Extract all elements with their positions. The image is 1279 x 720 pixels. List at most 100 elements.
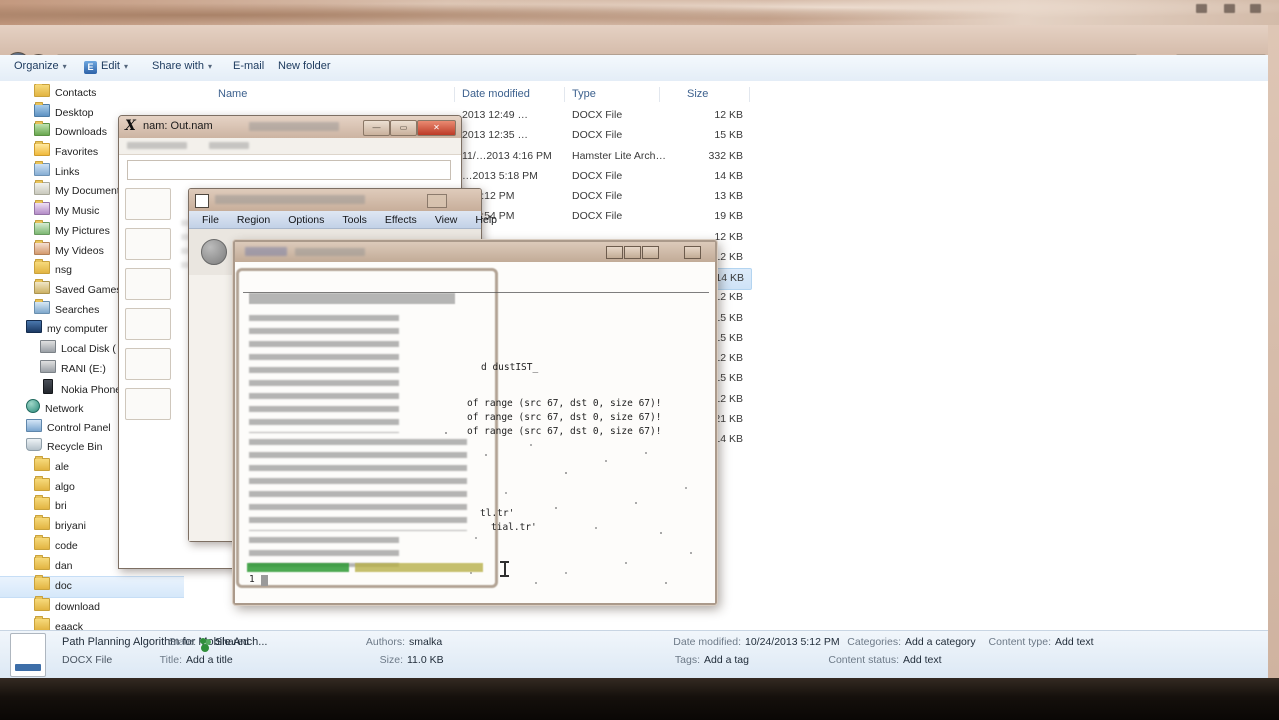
recorder-menu-options[interactable]: Options [279,214,333,226]
folder-icon [34,615,50,630]
tags-label: Tags: [674,654,700,666]
authors-value[interactable]: smalka [409,636,442,648]
state-value: Shared [215,636,249,648]
minimize-icon[interactable] [606,246,623,259]
recorder-menu-effects[interactable]: Effects [376,214,426,226]
nam-tool-button[interactable] [125,308,171,340]
nam-tool-button[interactable] [125,228,171,260]
nam-tool-button[interactable] [125,388,171,420]
nam-tool-button[interactable] [125,188,171,220]
sidebar-item-label: RANI (E:) [61,362,106,375]
file-size: 332 KB [708,149,743,162]
terminal-line: tl.tr' [480,508,515,519]
ghost-title-text [215,195,365,204]
maximize-icon[interactable] [390,120,417,136]
sidebar-item-label: Recycle Bin [47,441,103,454]
recorder-menu-help[interactable]: Help [466,214,506,226]
file-date: 2013 12:49 … [462,109,528,121]
sidebar-item-doc[interactable]: doc [0,575,184,598]
terminal-line: of range (src 67, dst 0, size 67)! [467,412,662,423]
maximize-icon[interactable] [624,246,641,259]
minimize-icon[interactable] [427,194,447,208]
file-date: …2013 5:18 PM [462,169,538,182]
recorder-menu-tools[interactable]: Tools [333,214,376,226]
ghost-menu-text [127,142,187,149]
edit-icon [84,61,97,74]
edit-button[interactable]: Edit [101,60,128,72]
terminal-body[interactable]: d dustIST_ of range (src 67, dst 0, size… [235,262,715,603]
recorder-menubar: File Region Options Tools Effects View Help [189,211,497,229]
sidebar-item-contacts[interactable]: Contacts [0,84,184,104]
close-icon[interactable] [1250,4,1261,13]
terminal-line: of range (src 67, dst 0, size 67)! [467,398,662,409]
maximize-icon[interactable] [1224,4,1235,13]
content-status-value[interactable]: Add text [903,654,942,666]
sidebar-item-label: doc [55,580,72,593]
computer-icon [26,320,42,334]
close-icon[interactable] [417,120,456,136]
recycle-bin-icon [26,438,42,452]
sidebar-item-label: algo [55,480,75,493]
folder-icon [34,259,50,275]
folder-icon [34,456,50,472]
phone-icon [43,379,53,395]
categories-value[interactable]: Add a category [905,636,976,648]
share-with-button[interactable]: Share with [152,60,212,72]
selected-file-type: DOCX File [62,654,113,666]
network-icon [26,399,40,413]
folder-icon [34,495,50,511]
date-modified-label: Date modified: [673,636,741,648]
nam-tool-button[interactable] [125,348,171,380]
minimize-icon[interactable] [363,120,390,136]
sidebar-item-label: Control Panel [47,421,111,434]
title-value[interactable]: Add a title [186,654,233,666]
nam-tool-button[interactable] [125,268,171,300]
organize-button[interactable]: Organize [14,60,67,72]
close-icon[interactable] [684,246,701,259]
ghost-title-text [295,248,365,256]
column-header-type[interactable]: Type [572,88,596,100]
column-header-date[interactable]: Date modified [462,88,530,100]
links-icon [34,160,50,176]
explorer-toolbar: Organize Edit Share with E-mail New fold… [0,55,1268,130]
recorder-menu-region[interactable]: Region [228,214,279,226]
music-icon [34,200,50,216]
terminal-line: tial.tr' [491,522,537,533]
folder-icon [34,84,50,97]
sidebar-item-label: Saved Games [55,283,122,296]
sidebar-item-label: My Music [55,205,100,218]
sidebar-item-label: Local Disk ( [61,342,116,355]
record-button[interactable] [201,239,227,265]
nam-file-field[interactable] [127,160,451,180]
terminal-titlebar[interactable] [235,242,715,262]
content-type-value[interactable]: Add text [1055,636,1094,648]
sidebar-item-eaack[interactable]: eaack [0,615,184,630]
recorder-menu-view[interactable]: View [426,214,467,226]
saved-games-icon [34,278,50,294]
terminal-prompt-path [355,563,483,572]
nam-window-title: nam: Out.nam [143,120,213,132]
email-button[interactable]: E-mail [233,60,264,72]
sidebar-item-download[interactable]: download [0,595,184,618]
desktop-icon [34,101,50,117]
sidebar-item-label: code [55,539,78,552]
sidebar-item-label: download [55,600,100,613]
folder-icon [34,475,50,491]
shared-icon [200,638,206,644]
minimize-icon[interactable] [1196,4,1207,13]
file-size: 13 KB [714,190,743,202]
restore-icon[interactable] [642,246,659,259]
recorder-menu-file[interactable]: File [193,214,228,226]
content-status-label: Content status: [828,654,899,666]
desktop-background-strip [0,0,1279,25]
sidebar-item-label: my computer [47,323,108,336]
column-header-size[interactable]: Size [687,88,708,100]
divider [243,292,709,293]
terminal-prompt-user [247,563,349,572]
nam-menubar[interactable] [119,138,461,155]
tags-value[interactable]: Add a tag [704,654,749,666]
recorder-titlebar[interactable] [189,189,481,211]
column-header-name[interactable]: Name [218,88,247,100]
new-folder-button[interactable]: New folder [278,60,331,72]
nam-titlebar[interactable]: nam: Out.nam [119,116,461,138]
